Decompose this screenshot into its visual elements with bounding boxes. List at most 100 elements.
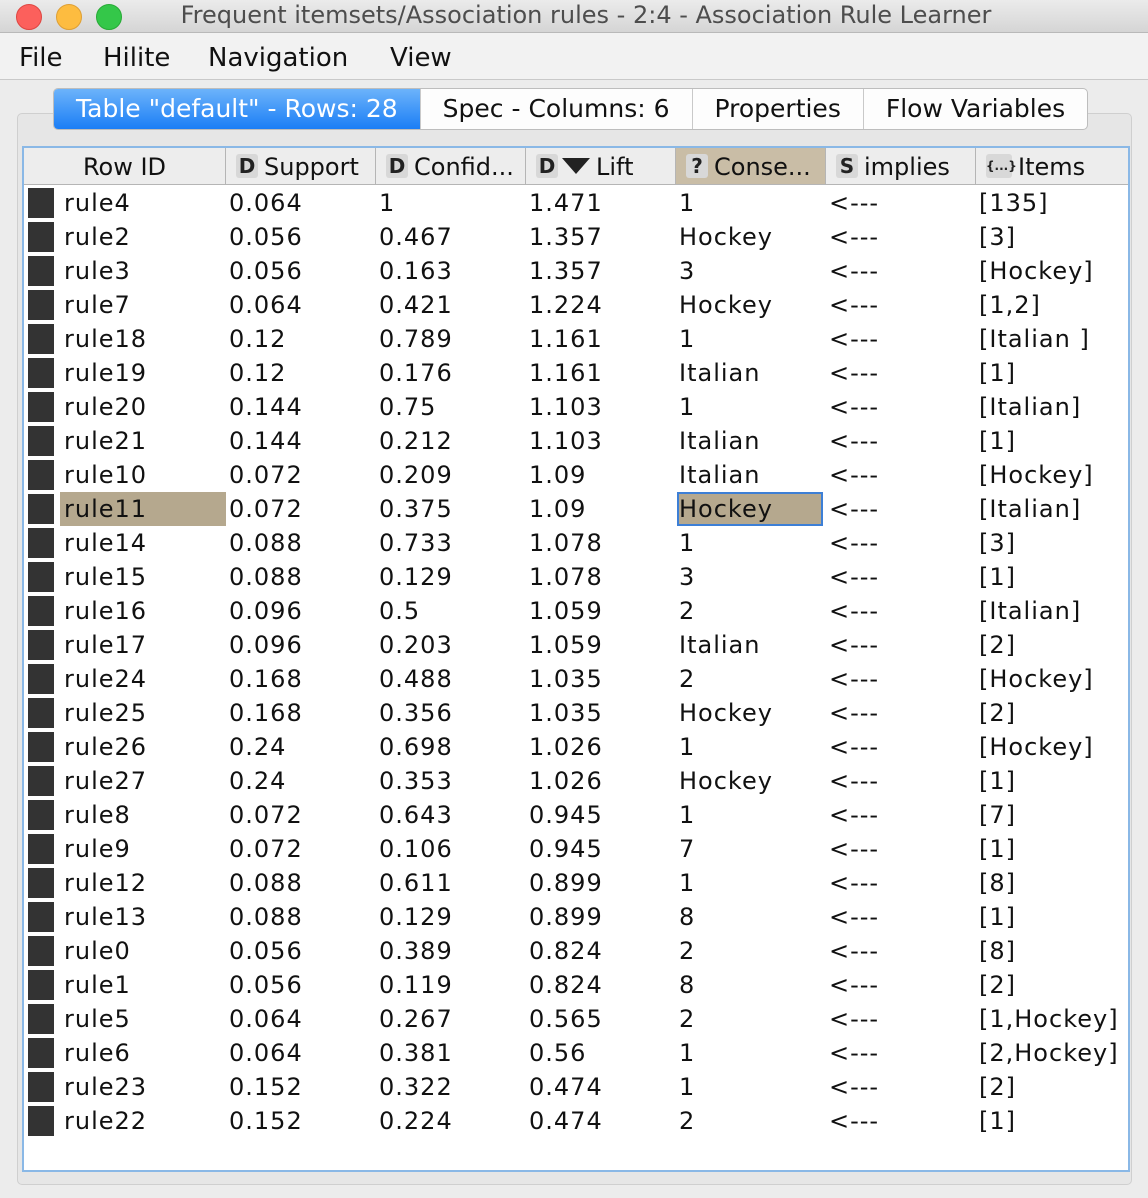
implies-cell[interactable]: <---: [829, 356, 879, 390]
menu-view[interactable]: View: [390, 33, 452, 79]
implies-cell[interactable]: <---: [829, 934, 879, 968]
implies-cell[interactable]: <---: [829, 628, 879, 662]
items-cell[interactable]: [Hockey]: [979, 730, 1094, 764]
support-cell[interactable]: 0.152: [229, 1104, 303, 1138]
implies-cell[interactable]: <---: [829, 900, 879, 934]
items-cell[interactable]: [2]: [979, 968, 1016, 1002]
confidence-cell[interactable]: 0.375: [379, 492, 453, 526]
lift-cell[interactable]: 1.09: [529, 458, 586, 492]
items-cell[interactable]: [2]: [979, 1070, 1016, 1104]
table-row[interactable]: rule11 0.072 0.375 1.09 Hockey <--- [Italian]: [24, 492, 1128, 526]
support-cell[interactable]: 0.088: [229, 900, 303, 934]
lift-cell[interactable]: 0.945: [529, 798, 603, 832]
confidence-cell[interactable]: 0.75: [379, 390, 436, 424]
implies-cell[interactable]: <---: [829, 968, 879, 1002]
menu-hilite[interactable]: Hilite: [103, 33, 170, 79]
table-row[interactable]: rule2 0.056 0.467 1.357 Hockey <--- [3]: [24, 220, 1128, 254]
confidence-cell[interactable]: 0.5: [379, 594, 420, 628]
row-id-cell[interactable]: rule1: [60, 968, 226, 1002]
lift-cell[interactable]: 1.026: [529, 764, 603, 798]
lift-cell[interactable]: 0.899: [529, 900, 603, 934]
confidence-cell[interactable]: 0.789: [379, 322, 453, 356]
row-id-cell[interactable]: rule11: [60, 492, 226, 526]
items-cell[interactable]: [8]: [979, 934, 1016, 968]
implies-cell[interactable]: <---: [829, 1002, 879, 1036]
consequent-cell[interactable]: 1: [679, 186, 695, 220]
table-row[interactable]: rule13 0.088 0.129 0.899 8 <--- [1]: [24, 900, 1128, 934]
consequent-cell[interactable]: 1: [679, 1070, 695, 1104]
support-cell[interactable]: 0.056: [229, 934, 303, 968]
table-row[interactable]: rule16 0.096 0.5 1.059 2 <--- [Italian]: [24, 594, 1128, 628]
row-id-cell[interactable]: rule19: [60, 356, 226, 390]
implies-cell[interactable]: <---: [829, 560, 879, 594]
table-row[interactable]: rule26 0.24 0.698 1.026 1 <--- [Hockey]: [24, 730, 1128, 764]
row-id-cell[interactable]: rule18: [60, 322, 226, 356]
implies-cell[interactable]: <---: [829, 696, 879, 730]
table-row[interactable]: rule23 0.152 0.322 0.474 1 <--- [2]: [24, 1070, 1128, 1104]
consequent-cell[interactable]: Hockey: [679, 764, 773, 798]
items-cell[interactable]: [1]: [979, 1104, 1016, 1138]
consequent-cell[interactable]: 1: [679, 322, 695, 356]
support-cell[interactable]: 0.056: [229, 220, 303, 254]
implies-cell[interactable]: <---: [829, 458, 879, 492]
consequent-cell[interactable]: Italian: [679, 458, 760, 492]
row-id-cell[interactable]: rule7: [60, 288, 226, 322]
confidence-cell[interactable]: 0.163: [379, 254, 453, 288]
table-row[interactable]: rule25 0.168 0.356 1.035 Hockey <--- [2]: [24, 696, 1128, 730]
table-row[interactable]: rule24 0.168 0.488 1.035 2 <--- [Hockey]: [24, 662, 1128, 696]
lift-cell[interactable]: 1.357: [529, 254, 603, 288]
confidence-cell[interactable]: 0.267: [379, 1002, 453, 1036]
column-header-items[interactable]: {...}Items: [976, 148, 1128, 184]
implies-cell[interactable]: <---: [829, 662, 879, 696]
table-row[interactable]: rule15 0.088 0.129 1.078 3 <--- [1]: [24, 560, 1128, 594]
lift-cell[interactable]: 1.059: [529, 594, 603, 628]
row-id-cell[interactable]: rule17: [60, 628, 226, 662]
confidence-cell[interactable]: 0.353: [379, 764, 453, 798]
items-cell[interactable]: [1]: [979, 356, 1016, 390]
lift-cell[interactable]: 1.078: [529, 560, 603, 594]
row-id-cell[interactable]: rule15: [60, 560, 226, 594]
consequent-cell[interactable]: 1: [679, 730, 695, 764]
items-cell[interactable]: [1,Hockey]: [979, 1002, 1119, 1036]
items-cell[interactable]: [2]: [979, 696, 1016, 730]
column-header-support[interactable]: D Support: [226, 148, 376, 184]
support-cell[interactable]: 0.072: [229, 492, 303, 526]
row-id-cell[interactable]: rule23: [60, 1070, 226, 1104]
table-row[interactable]: rule18 0.12 0.789 1.161 1 <--- [Italian ]: [24, 322, 1128, 356]
lift-cell[interactable]: 1.103: [529, 390, 603, 424]
column-header-implies[interactable]: Simplies: [826, 148, 976, 184]
support-cell[interactable]: 0.096: [229, 628, 303, 662]
lift-cell[interactable]: 1.026: [529, 730, 603, 764]
consequent-cell[interactable]: 2: [679, 662, 695, 696]
lift-cell[interactable]: 1.224: [529, 288, 603, 322]
confidence-cell[interactable]: 0.119: [379, 968, 453, 1002]
confidence-cell[interactable]: 0.176: [379, 356, 453, 390]
confidence-cell[interactable]: 0.209: [379, 458, 453, 492]
support-cell[interactable]: 0.088: [229, 526, 303, 560]
row-id-cell[interactable]: rule24: [60, 662, 226, 696]
row-id-cell[interactable]: rule14: [60, 526, 226, 560]
lift-cell[interactable]: 1.078: [529, 526, 603, 560]
consequent-cell[interactable]: 1: [679, 390, 695, 424]
items-cell[interactable]: [Italian ]: [979, 322, 1090, 356]
implies-cell[interactable]: <---: [829, 254, 879, 288]
support-cell[interactable]: 0.072: [229, 458, 303, 492]
lift-cell[interactable]: 1.059: [529, 628, 603, 662]
table-row[interactable]: rule22 0.152 0.224 0.474 2 <--- [1]: [24, 1104, 1128, 1138]
data-table[interactable]: Row ID D Support D Confid... D Lift ? Conse.…: [22, 146, 1130, 1172]
confidence-cell[interactable]: 0.389: [379, 934, 453, 968]
consequent-cell[interactable]: Italian: [679, 356, 760, 390]
implies-cell[interactable]: <---: [829, 424, 879, 458]
items-cell[interactable]: [Italian]: [979, 594, 1081, 628]
items-cell[interactable]: [1]: [979, 900, 1016, 934]
lift-cell[interactable]: 0.945: [529, 832, 603, 866]
confidence-cell[interactable]: 0.421: [379, 288, 453, 322]
tab-table[interactable]: Table "default" - Rows: 28: [54, 89, 420, 129]
implies-cell[interactable]: <---: [829, 220, 879, 254]
column-header-row-id[interactable]: Row ID: [24, 148, 226, 184]
consequent-cell[interactable]: Hockey: [677, 492, 823, 526]
table-row[interactable]: rule10 0.072 0.209 1.09 Italian <--- [Hockey]: [24, 458, 1128, 492]
confidence-cell[interactable]: 0.203: [379, 628, 453, 662]
support-cell[interactable]: 0.168: [229, 662, 303, 696]
confidence-cell[interactable]: 0.643: [379, 798, 453, 832]
